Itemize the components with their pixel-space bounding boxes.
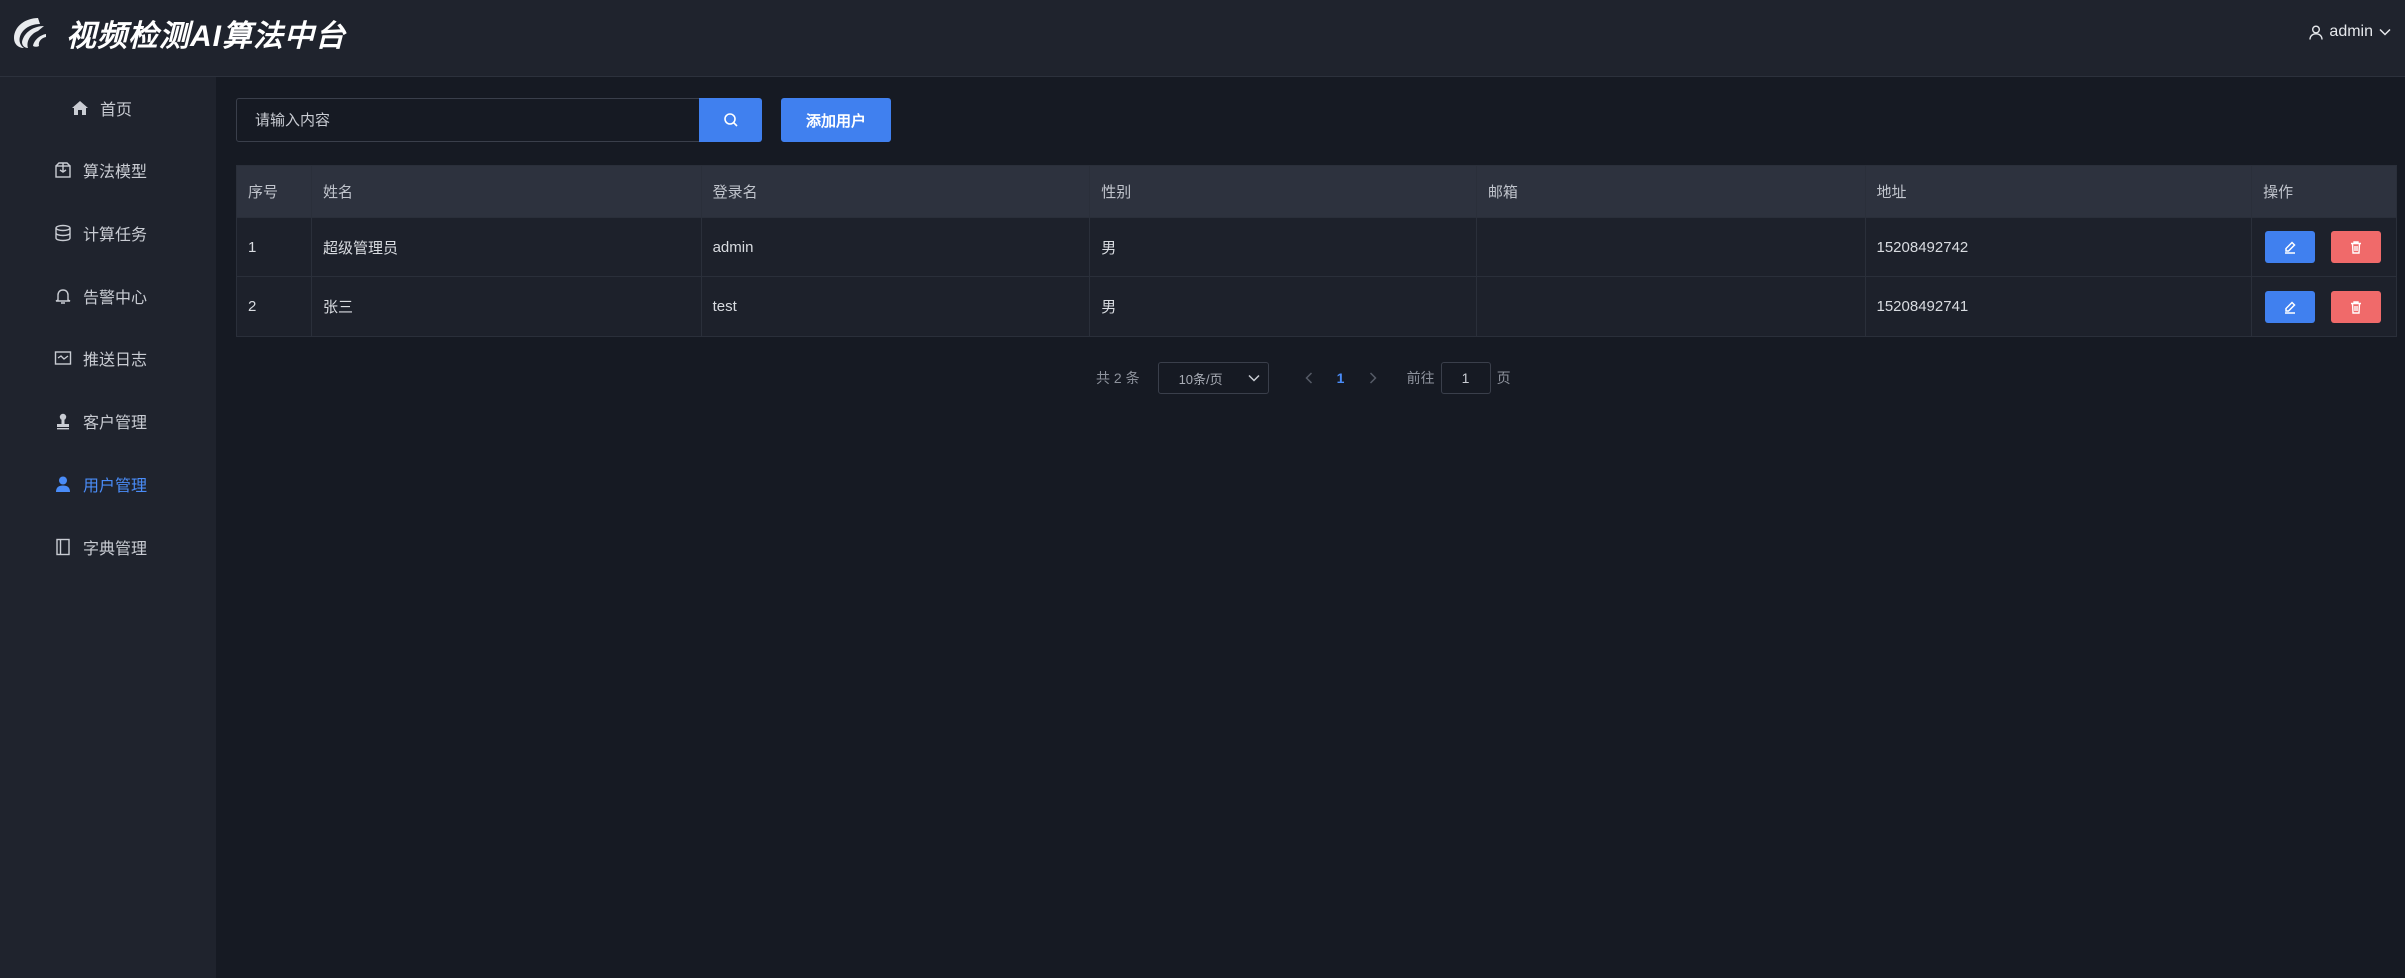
page-size-select[interactable]: 10条/页 — [1157, 362, 1269, 394]
pagination: 共 2 条 10条/页 1 前往 页 — [1096, 362, 1511, 394]
cell-login: admin — [702, 218, 1091, 276]
sidebar: 首页 算法模型 计算任务 告警中心 推送日志 客户管理 用户管理 字典管理 — [0, 77, 216, 978]
cell-gender: 男 — [1090, 277, 1477, 336]
page-suffix: 页 — [1496, 370, 1511, 386]
table-header: 序号 姓名 登录名 性别 邮箱 地址 操作 — [237, 166, 2396, 218]
cell-gender: 男 — [1090, 218, 1477, 276]
user-menu[interactable]: admin — [2309, 20, 2391, 44]
column-header: 地址 — [1866, 166, 2253, 217]
sidebar-item-label: 用户管理 — [83, 478, 148, 495]
cell-index: 1 — [237, 218, 312, 276]
cell-actions — [2252, 277, 2396, 336]
table-row: 1 超级管理员 admin 男 15208492742 — [237, 218, 2396, 277]
column-header: 邮箱 — [1477, 166, 1866, 217]
package-icon — [53, 160, 73, 180]
message-icon — [53, 348, 73, 368]
sidebar-item-compute-task[interactable]: 计算任务 — [0, 213, 216, 253]
sidebar-item-alarm-center[interactable]: 告警中心 — [0, 276, 216, 316]
sidebar-item-label: 字典管理 — [83, 541, 148, 558]
page-number[interactable]: 1 — [1321, 370, 1361, 386]
search-icon — [723, 113, 738, 127]
total-count: 共 2 条 — [1096, 370, 1140, 386]
goto-page-input[interactable] — [1440, 362, 1491, 394]
cell-actions — [2252, 218, 2396, 276]
cell-address: 15208492742 — [1866, 218, 2253, 276]
sidebar-item-label: 计算任务 — [83, 227, 148, 244]
edit-icon — [2285, 241, 2296, 254]
sidebar-item-customer-management[interactable]: 客户管理 — [0, 401, 216, 441]
sidebar-item-label: 推送日志 — [83, 352, 148, 369]
home-icon — [70, 98, 90, 118]
search-button[interactable] — [699, 98, 762, 142]
cell-email — [1477, 218, 1866, 276]
user-name: admin — [2329, 23, 2373, 40]
cell-email — [1477, 277, 1866, 336]
sidebar-item-home[interactable]: 首页 — [0, 88, 216, 128]
trash-icon — [2351, 241, 2362, 254]
top-header: 视频检测AI算法中台 admin — [0, 0, 2405, 77]
cell-index: 2 — [237, 277, 312, 336]
trash-icon — [2351, 300, 2362, 314]
sidebar-item-dictionary-management[interactable]: 字典管理 — [0, 527, 216, 567]
user-icon — [2309, 25, 2324, 40]
column-header: 操作 — [2263, 184, 2294, 201]
next-page-button[interactable] — [1361, 372, 1385, 384]
edit-button[interactable] — [2265, 231, 2316, 263]
delete-button[interactable] — [2331, 290, 2382, 323]
table-row: 2 张三 test 男 15208492741 — [237, 277, 2396, 336]
column-header: 序号 — [237, 166, 312, 217]
notebook-icon — [53, 537, 73, 557]
app-title: 视频检测AI算法中台 — [66, 20, 346, 53]
edit-button[interactable] — [2265, 290, 2316, 323]
sidebar-item-label: 客户管理 — [83, 415, 148, 432]
sidebar-item-user-management[interactable]: 用户管理 — [0, 464, 216, 504]
chevron-down-icon — [1248, 374, 1260, 382]
cell-name: 超级管理员 — [312, 218, 702, 276]
prev-page-button[interactable] — [1297, 372, 1321, 384]
sidebar-item-label: 首页 — [100, 102, 133, 119]
stamp-icon — [53, 411, 73, 431]
edit-icon — [2285, 300, 2296, 314]
chevron-right-icon — [1369, 372, 1377, 384]
column-header: 登录名 — [702, 166, 1091, 217]
chevron-down-icon — [2379, 28, 2391, 36]
cell-name: 张三 — [312, 277, 702, 336]
column-header: 性别 — [1090, 166, 1477, 217]
database-icon — [53, 223, 73, 243]
sidebar-item-label: 算法模型 — [83, 164, 148, 181]
cell-address: 15208492741 — [1866, 277, 2253, 336]
sidebar-item-push-log[interactable]: 推送日志 — [0, 338, 216, 378]
delete-button[interactable] — [2331, 231, 2382, 263]
sidebar-item-label: 告警中心 — [83, 290, 148, 307]
chevron-left-icon — [1305, 372, 1312, 384]
add-user-button[interactable]: 添加用户 — [781, 98, 891, 142]
cell-login: test — [702, 277, 1091, 336]
bell-icon — [53, 286, 73, 306]
user-table: 序号 姓名 登录名 性别 邮箱 地址 操作 1 超级管理员 admin 男 15… — [236, 165, 2397, 337]
logo-icon — [14, 18, 46, 48]
user-icon — [53, 474, 73, 494]
page-size-value: 10条/页 — [1178, 371, 1223, 387]
sidebar-item-algorithm-model[interactable]: 算法模型 — [0, 150, 216, 190]
column-header: 姓名 — [312, 166, 702, 217]
goto-label: 前往 — [1406, 370, 1435, 386]
search-input[interactable] — [236, 98, 700, 142]
